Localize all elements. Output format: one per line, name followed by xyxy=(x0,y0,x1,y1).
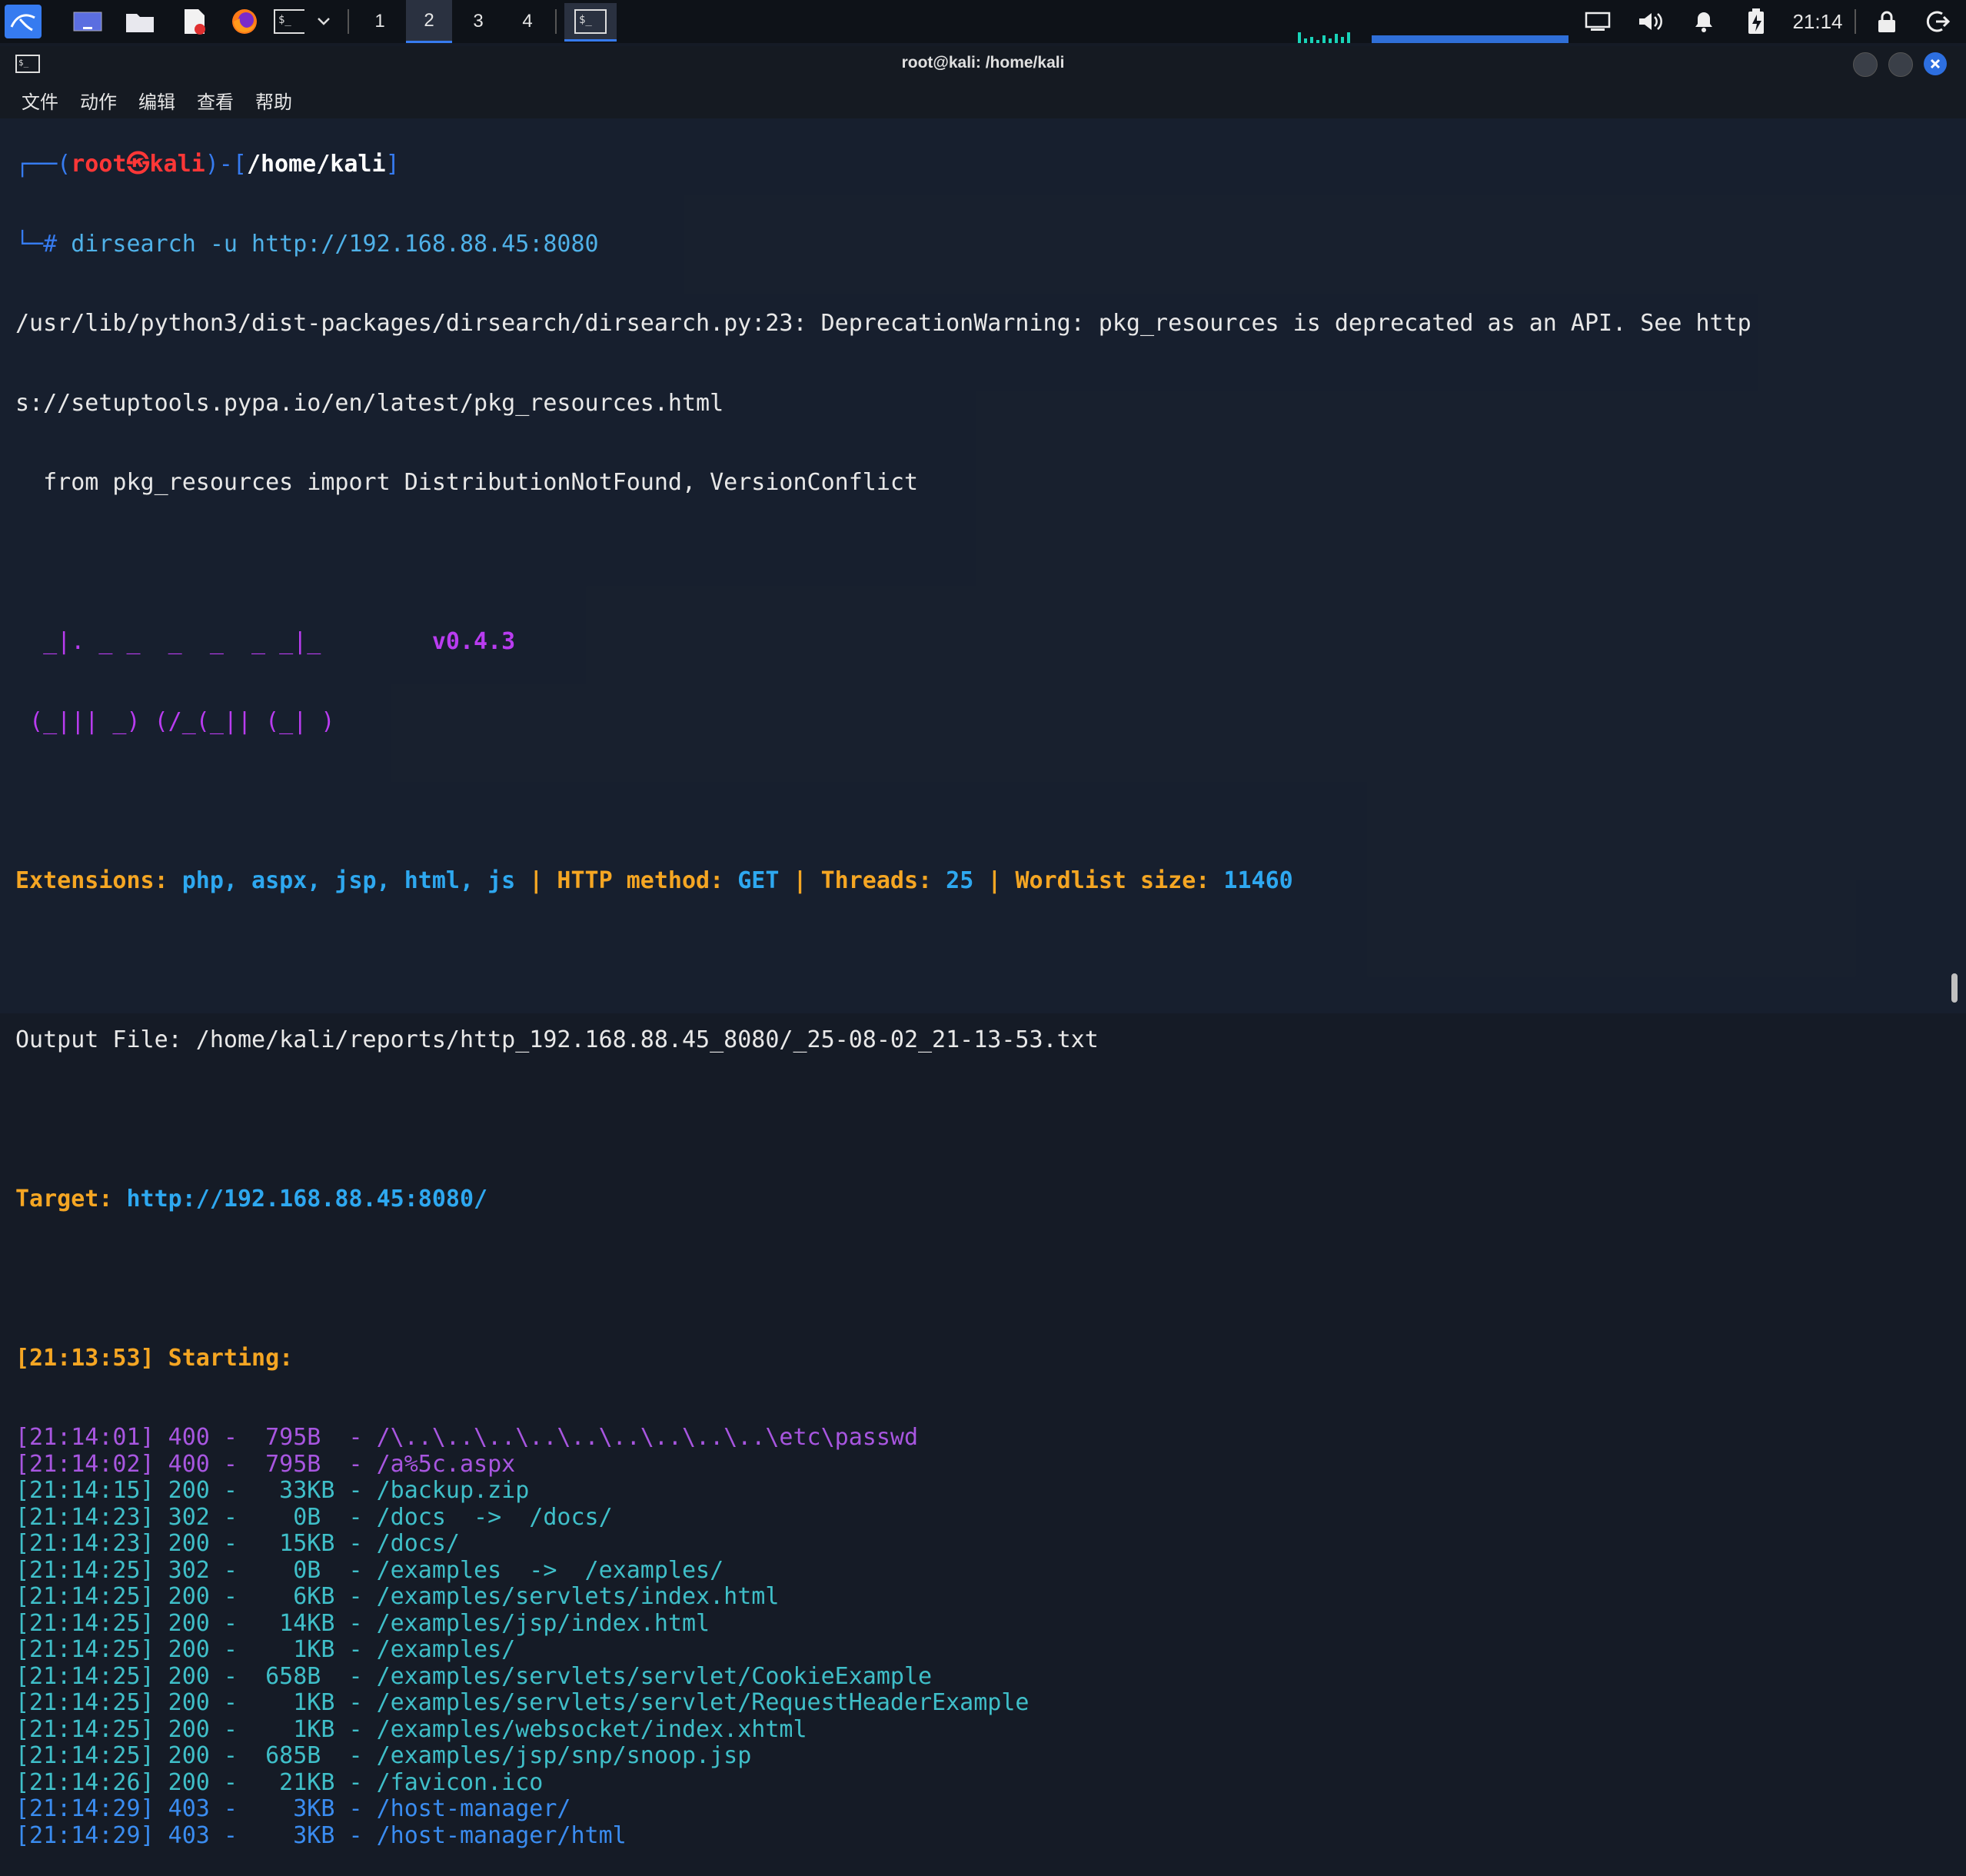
notification-bell-icon[interactable] xyxy=(1688,6,1719,37)
result-line: [21:14:02] 400 - 795B - /a%5c.aspx xyxy=(15,1450,516,1478)
workspace-1[interactable]: 1 xyxy=(357,0,403,43)
divider xyxy=(1855,9,1856,34)
text-editor-icon[interactable] xyxy=(178,6,209,37)
title-bar[interactable]: $_ root@kali: /home/kali xyxy=(0,46,1966,81)
result-line: [21:14:25] 200 - 1KB - /examples/websock… xyxy=(15,1715,807,1743)
lock-icon[interactable] xyxy=(1871,6,1902,37)
result-line: [21:14:29] 403 - 3KB - /host-manager/htm… xyxy=(15,1821,627,1849)
volume-icon[interactable] xyxy=(1635,6,1665,37)
divider xyxy=(555,9,557,34)
network-graph xyxy=(1372,35,1568,43)
cpu-graph xyxy=(1296,28,1358,43)
firefox-icon[interactable] xyxy=(229,6,260,37)
svg-text:$_: $_ xyxy=(278,14,291,26)
taskbar-terminal-window[interactable]: $_ xyxy=(564,3,617,42)
banner-line: (_||| _) (/_(_|| (_| ) xyxy=(15,707,335,735)
command-line: └─# dirsearch -u http://192.168.88.45:80… xyxy=(15,230,599,258)
workspace-4[interactable]: 4 xyxy=(504,0,551,43)
warning-line: /usr/lib/python3/dist-packages/dirsearch… xyxy=(15,310,1751,337)
file-manager-icon[interactable] xyxy=(125,6,155,37)
result-line: [21:14:25] 200 - 685B - /examples/jsp/sn… xyxy=(15,1742,752,1769)
target-line: Target: http://192.168.88.45:8080/ xyxy=(15,1185,488,1212)
kali-menu-icon[interactable] xyxy=(5,5,42,38)
minimize-button[interactable] xyxy=(1853,52,1878,77)
chevron-down-icon[interactable] xyxy=(312,6,335,37)
window-title: root@kali: /home/kali xyxy=(901,54,1065,72)
clock[interactable]: 21:14 xyxy=(1781,0,1855,43)
warning-line: s://setuptools.pypa.io/en/latest/pkg_res… xyxy=(15,389,724,417)
terminal-launcher-icon[interactable]: $_ xyxy=(274,6,304,37)
result-line: [21:14:01] 400 - 795B - /\..\..\..\..\..… xyxy=(15,1424,918,1451)
result-line: [21:14:25] 200 - 658B - /examples/servle… xyxy=(15,1662,933,1690)
prompt-line: ┌──(root㉿kali)-[/home/kali] xyxy=(15,151,400,178)
display-icon[interactable] xyxy=(1582,6,1613,37)
battery-icon[interactable] xyxy=(1741,6,1771,37)
close-icon xyxy=(1930,58,1941,69)
maximize-button[interactable] xyxy=(1888,52,1913,77)
warning-line: from pkg_resources import DistributionNo… xyxy=(15,469,918,496)
result-line: [21:14:25] 200 - 6KB - /examples/servlet… xyxy=(15,1583,780,1610)
terminal-output[interactable]: ┌──(root㉿kali)-[/home/kali] └─# dirsearc… xyxy=(15,98,1945,1876)
result-line: [21:14:29] 403 - 3KB - /host-manager/ xyxy=(15,1795,571,1822)
close-button[interactable] xyxy=(1924,52,1947,75)
result-line: [21:14:15] 200 - 33KB - /backup.zip xyxy=(15,1477,530,1504)
divider xyxy=(348,9,349,34)
starting-line: [21:13:53] Starting: xyxy=(15,1344,294,1372)
result-line: [21:14:23] 302 - 0B - /docs -> /docs/ xyxy=(15,1503,613,1531)
top-panel: $_ 1 2 3 4 $_ 21:14 xyxy=(0,0,1966,43)
result-line: [21:14:25] 200 - 1KB - /examples/ xyxy=(15,1636,516,1663)
workspace-2[interactable]: 2 xyxy=(406,0,452,43)
banner-line: _|. _ _ _ _ _ _|_ v0.4.3 xyxy=(15,628,516,655)
result-line: [21:14:25] 302 - 0B - /examples -> /exam… xyxy=(15,1556,724,1584)
results-list: [21:14:01] 400 - 795B - /\..\..\..\..\..… xyxy=(15,1424,1945,1849)
output-file-line: Output File: /home/kali/reports/http_192… xyxy=(15,1026,1099,1053)
result-line: [21:14:26] 200 - 21KB - /favicon.ico xyxy=(15,1768,544,1796)
scrollbar[interactable] xyxy=(1951,973,1958,1003)
logout-icon[interactable] xyxy=(1922,6,1953,37)
result-line: [21:14:25] 200 - 14KB - /examples/jsp/in… xyxy=(15,1609,710,1637)
svg-text:$_: $_ xyxy=(579,14,592,26)
result-line: [21:14:23] 200 - 15KB - /docs/ xyxy=(15,1530,460,1557)
show-desktop-icon[interactable] xyxy=(72,6,103,37)
config-line: Extensions: php, aspx, jsp, html, js | H… xyxy=(15,866,1293,894)
result-line: [21:14:25] 200 - 1KB - /examples/servlet… xyxy=(15,1689,1030,1716)
workspace-3[interactable]: 3 xyxy=(455,0,501,43)
